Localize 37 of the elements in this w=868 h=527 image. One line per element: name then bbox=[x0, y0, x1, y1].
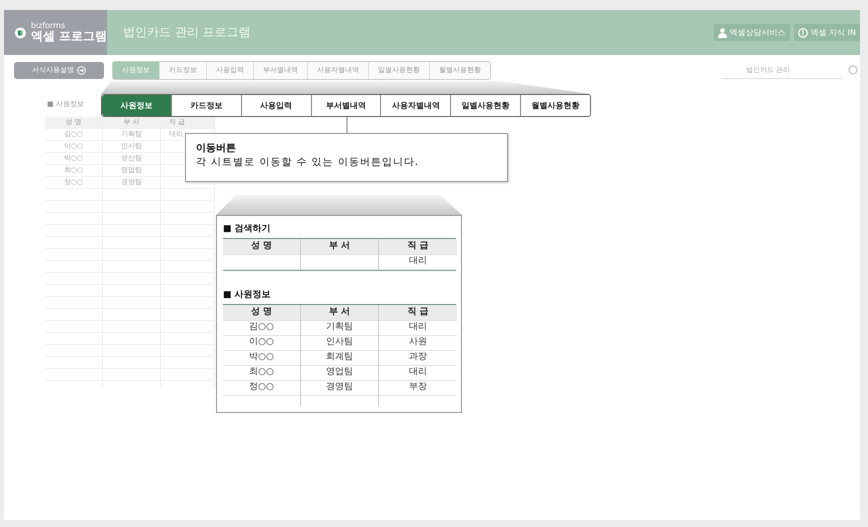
table-cell: 대리 bbox=[379, 254, 457, 270]
table-cell: 박○○ bbox=[223, 350, 301, 366]
header-link[interactable]: 엑셀 지식 IN bbox=[794, 24, 860, 41]
column-header: 직 급 bbox=[379, 239, 457, 255]
column-header: 성 명 bbox=[223, 239, 301, 255]
info-icon bbox=[798, 28, 808, 38]
search-icon[interactable] bbox=[848, 65, 858, 75]
tab[interactable]: 사원정보 bbox=[102, 95, 172, 116]
table-cell: 경영팀 bbox=[301, 380, 379, 396]
arrow-circle-icon bbox=[77, 66, 86, 74]
table-cell: 이○○ bbox=[223, 335, 301, 351]
table-cell: 대리 bbox=[379, 365, 457, 381]
column-header: 성 명 bbox=[223, 305, 301, 321]
table-cell: 사원 bbox=[379, 335, 457, 351]
person-icon bbox=[718, 28, 727, 38]
table-cell: 부장 bbox=[379, 380, 457, 396]
callout-text: 각 시트별로 이동할 수 있는 이동버튼입니다. bbox=[196, 156, 420, 169]
header-link[interactable]: 엑셀상담서비스 bbox=[714, 24, 790, 41]
column-header: 부 서 bbox=[301, 239, 379, 255]
program-title: 법인카드 관리 프로그램 bbox=[123, 24, 251, 41]
table-cell: 최○○ bbox=[223, 365, 301, 381]
table-cell: 과장 bbox=[379, 350, 457, 366]
logo-title: 엑셀 프로그램 bbox=[30, 30, 107, 43]
table-cell: 정○○ bbox=[223, 380, 301, 396]
table-cell: 대리 bbox=[379, 320, 457, 336]
brand-text: bizforms bbox=[30, 22, 66, 30]
table-cell: 김○○ bbox=[223, 320, 301, 336]
table-cell: 기획팀 bbox=[301, 320, 379, 336]
section-title: ■ 검색하기 bbox=[223, 224, 272, 235]
table-cell: 영업팀 bbox=[301, 365, 379, 381]
column-header: 부 서 bbox=[301, 305, 379, 321]
leader-line bbox=[346, 116, 348, 134]
table-cell: 인사팀 bbox=[301, 335, 379, 351]
column-header: 직 급 bbox=[379, 305, 457, 321]
section-title: ■ 사원정보 bbox=[223, 290, 272, 301]
callout-title: 이동버튼 bbox=[196, 142, 237, 155]
table-cell: 회계팀 bbox=[301, 350, 379, 366]
